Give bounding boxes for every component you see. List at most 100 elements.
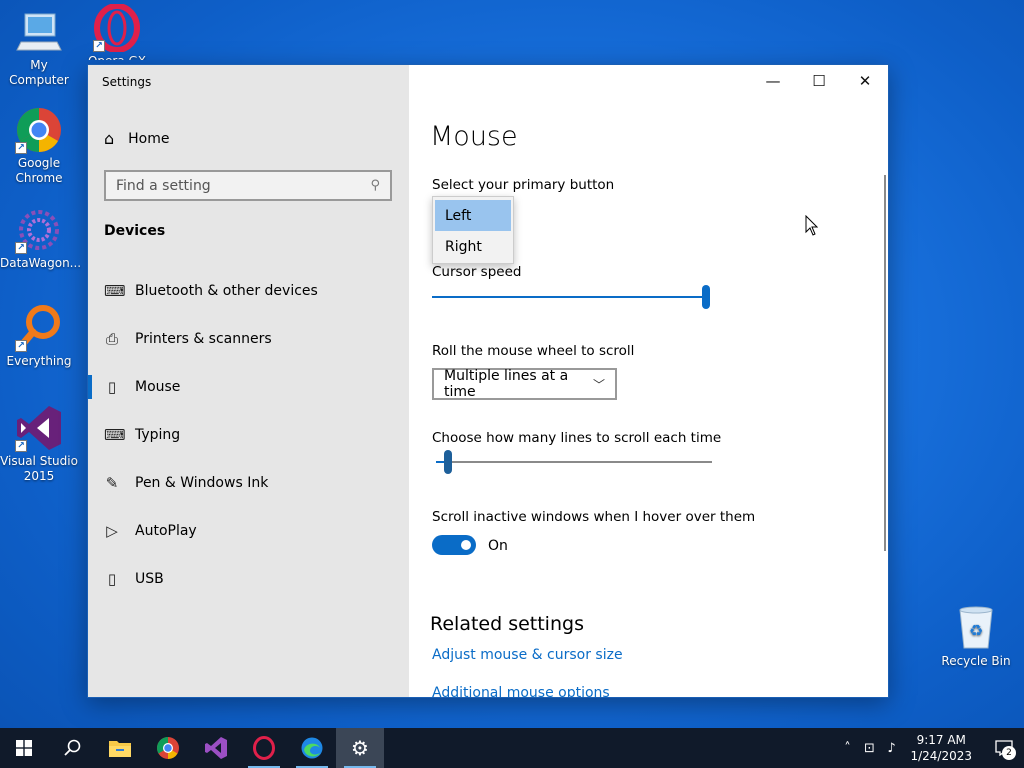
- related-settings-heading: Related settings: [430, 613, 584, 635]
- desktop-icon-label: Opera GX: [78, 54, 156, 60]
- desktop-icon-chrome[interactable]: ↗ Google Chrome: [0, 106, 78, 186]
- bluetooth-devices-icon: ⌨: [104, 282, 126, 300]
- sidebar-item-autoplay[interactable]: ▷ AutoPlay: [88, 507, 409, 555]
- taskbar-search-button[interactable]: [48, 728, 96, 768]
- scrollbar[interactable]: [884, 175, 886, 551]
- link-adjust-cursor-size[interactable]: Adjust mouse & cursor size: [432, 647, 623, 663]
- sidebar-item-label: Typing: [135, 427, 181, 443]
- minimize-button[interactable]: —: [750, 65, 796, 97]
- chrome-icon: ↗: [15, 106, 63, 154]
- usb-icon: ▯: [107, 570, 117, 588]
- start-icon: [16, 740, 32, 756]
- desktop-icon-everything[interactable]: ↗ Everything: [0, 304, 78, 369]
- mouse-icon: ▯: [107, 378, 117, 396]
- close-button[interactable]: ✕: [842, 65, 888, 97]
- sidebar-item-bluetooth[interactable]: ⌨ Bluetooth & other devices: [88, 267, 409, 315]
- home-label: Home: [128, 130, 170, 147]
- clock[interactable]: 9:17 AM 1/24/2023: [910, 732, 972, 764]
- cursor-speed-label: Cursor speed: [432, 264, 522, 280]
- toggle-state-label: On: [488, 538, 508, 554]
- cursor-speed-slider[interactable]: [432, 285, 710, 309]
- sidebar-item-label: USB: [135, 571, 164, 587]
- taskbar-edge[interactable]: [288, 728, 336, 768]
- sidebar-item-label: AutoPlay: [135, 523, 197, 539]
- sidebar-item-label: Pen & Windows Ink: [135, 475, 269, 491]
- scroll-lines-slider[interactable]: [436, 450, 712, 474]
- sidebar-item-mouse[interactable]: ▯ Mouse: [88, 363, 409, 411]
- keyboard-icon: ⌨: [104, 426, 126, 444]
- dropdown-option-right[interactable]: Right: [435, 231, 511, 262]
- shortcut-arrow-icon: ↗: [15, 340, 27, 352]
- taskbar-file-explorer[interactable]: [96, 728, 144, 768]
- start-button[interactable]: [0, 728, 48, 768]
- sidebar-item-pen[interactable]: ✎ Pen & Windows Ink: [88, 459, 409, 507]
- shortcut-arrow-icon: ↗: [15, 242, 27, 254]
- window-controls: — ☐ ✕: [750, 65, 888, 97]
- cursor-speed-fill: [432, 296, 706, 298]
- network-icon[interactable]: ⊡: [858, 741, 880, 756]
- visual-studio-icon: ↗: [15, 404, 63, 452]
- search-placeholder: Find a setting: [116, 177, 211, 194]
- scroll-mode-label: Roll the mouse wheel to scroll: [432, 343, 635, 359]
- clock-date: 1/24/2023: [910, 749, 972, 763]
- taskbar-opera-gx[interactable]: [240, 728, 288, 768]
- scroll-inactive-toggle[interactable]: [432, 535, 476, 555]
- primary-button-dropdown: Left Right: [432, 196, 514, 264]
- desktop-icon-recycle-bin[interactable]: ♻ Recycle Bin: [940, 604, 1012, 668]
- desktop-icon-label: Visual Studio 2015: [0, 454, 78, 483]
- scroll-lines-label: Choose how many lines to scroll each tim…: [432, 430, 722, 446]
- printer-icon: ⎙: [105, 330, 118, 348]
- chevron-down-icon: ﹀: [592, 377, 605, 392]
- volume-icon[interactable]: ♪: [880, 741, 902, 756]
- section-heading: Devices: [104, 223, 166, 239]
- settings-icon: ⚙: [351, 736, 369, 760]
- system-tray: ˄ ⊡ ♪ 9:17 AM 1/24/2023 2: [836, 728, 1024, 768]
- sidebar-item-label: Printers & scanners: [135, 331, 272, 347]
- link-additional-mouse-options[interactable]: Additional mouse options: [432, 685, 610, 697]
- sidebar-item-label: Mouse: [135, 379, 181, 395]
- datawagon-icon: ↗: [15, 206, 63, 254]
- edge-icon: [301, 737, 323, 759]
- desktop-icon-label: My Computer: [9, 58, 69, 87]
- sidebar-item-printers[interactable]: ⎙ Printers & scanners: [88, 315, 409, 363]
- chevron-up-icon[interactable]: ˄: [836, 741, 858, 756]
- sidebar-nav: ⌨ Bluetooth & other devices ⎙ Printers &…: [88, 267, 409, 603]
- home-icon: ⌂: [104, 129, 115, 148]
- desktop-icon-datawagon[interactable]: ↗ DataWagon...: [0, 206, 82, 271]
- taskbar-settings[interactable]: ⚙: [336, 728, 384, 768]
- cursor-speed-thumb[interactable]: [702, 285, 710, 309]
- mouse-cursor-icon: [805, 215, 818, 236]
- opera-gx-icon: ↗: [93, 3, 141, 53]
- svg-text:♻: ♻: [969, 621, 983, 640]
- desktop-icon-visual-studio[interactable]: ↗ Visual Studio 2015: [0, 404, 78, 484]
- search-input[interactable]: Find a setting ⚲: [104, 170, 392, 201]
- scroll-lines-thumb[interactable]: [444, 450, 452, 474]
- sidebar-item-label: Bluetooth & other devices: [135, 283, 318, 299]
- desktop-icon-my-computer[interactable]: My Computer: [0, 8, 78, 88]
- home-link[interactable]: ⌂ Home: [104, 129, 170, 148]
- taskbar-chrome[interactable]: [144, 728, 192, 768]
- shortcut-arrow-icon: ↗: [15, 440, 27, 452]
- shortcut-arrow-icon: ↗: [93, 40, 105, 52]
- autoplay-icon: ▷: [106, 522, 118, 540]
- scroll-inactive-label: Scroll inactive windows when I hover ove…: [432, 509, 756, 525]
- settings-sidebar: Settings ⌂ Home Find a setting ⚲ Devices…: [88, 65, 409, 697]
- shortcut-arrow-icon: ↗: [15, 142, 27, 154]
- window-title: Settings: [102, 75, 152, 89]
- everything-search-icon: ↗: [15, 304, 63, 352]
- chrome-icon: [157, 737, 179, 759]
- visual-studio-icon: [205, 737, 227, 759]
- dropdown-option-left[interactable]: Left: [435, 200, 511, 231]
- scroll-mode-select[interactable]: Multiple lines at a time ﹀: [432, 368, 617, 400]
- desktop-icon-label: Everything: [6, 354, 72, 368]
- desktop-icon-opera-gx[interactable]: ↗ Opera GX: [78, 3, 156, 60]
- desktop-icon-label: Recycle Bin: [941, 654, 1011, 668]
- maximize-button[interactable]: ☐: [796, 65, 842, 97]
- settings-content: — ☐ ✕ Mouse Select your primary button C…: [409, 65, 888, 697]
- desktop-icon-label: DataWagon...: [0, 256, 82, 270]
- notifications-button[interactable]: 2: [984, 728, 1024, 768]
- sidebar-item-typing[interactable]: ⌨ Typing: [88, 411, 409, 459]
- sidebar-item-usb[interactable]: ▯ USB: [88, 555, 409, 603]
- taskbar-visual-studio[interactable]: [192, 728, 240, 768]
- page-title: Mouse: [430, 121, 518, 152]
